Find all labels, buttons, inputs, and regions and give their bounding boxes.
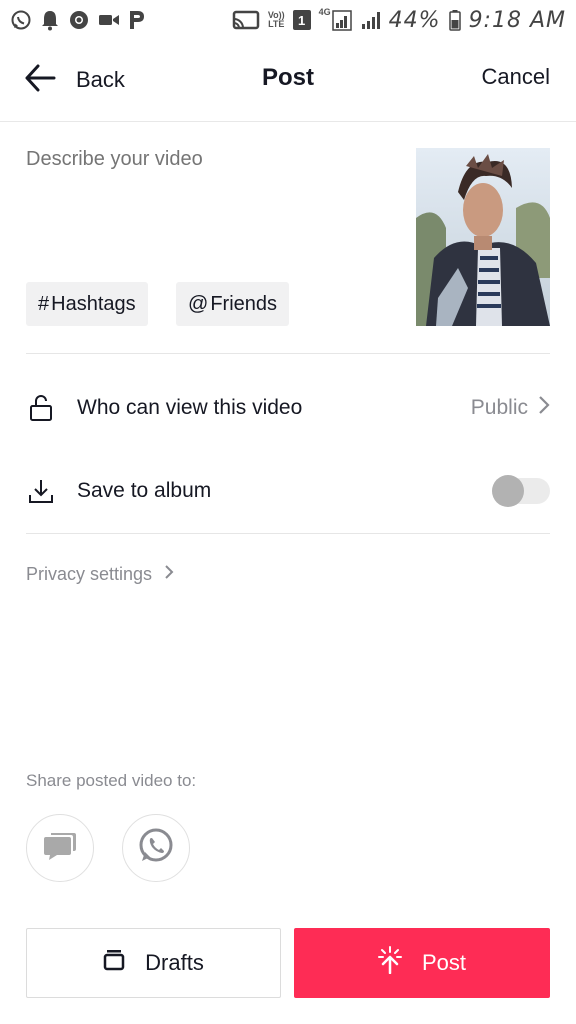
- back-label: Back: [76, 67, 125, 92]
- divider: [26, 533, 550, 534]
- share-label: Share posted video to:: [26, 771, 197, 790]
- volte-bottom-label: LTE: [268, 19, 285, 29]
- hashtags-chip[interactable]: # Hashtags: [26, 282, 148, 326]
- who-can-view-value-group: Public: [471, 395, 550, 421]
- drafts-label: Drafts: [145, 950, 204, 975]
- whatsapp-icon: [136, 826, 176, 871]
- message-icon: [43, 831, 77, 866]
- battery-percent: 44%: [388, 7, 441, 33]
- clock: 9:18 AM: [468, 7, 566, 33]
- privacy-settings-link[interactable]: Privacy settings: [26, 564, 174, 585]
- privacy-settings-label: Privacy settings: [26, 564, 153, 584]
- cast-icon: [232, 9, 260, 31]
- save-to-album-toggle-wrap: [492, 475, 550, 507]
- battery-icon: [448, 9, 461, 31]
- drafts-button[interactable]: Drafts: [26, 928, 281, 998]
- save-to-album-label: Save to album: [77, 479, 212, 502]
- share-message-button[interactable]: [26, 814, 94, 882]
- thumbnail-image: [416, 148, 550, 326]
- video-camera-icon: [98, 11, 120, 29]
- whatsapp-notification-icon: [10, 9, 32, 31]
- who-can-view-value: Public: [470, 396, 528, 419]
- app-p-icon: [128, 9, 146, 31]
- description-input[interactable]: [26, 148, 396, 258]
- header: Back Post Cancel: [0, 40, 576, 122]
- signal-4g-icon: 4G: [319, 8, 353, 32]
- network-type-label: 4G: [318, 7, 331, 17]
- divider: [26, 353, 550, 354]
- who-can-view-row[interactable]: Who can view this video Public: [26, 383, 550, 433]
- save-to-album-row: Save to album: [26, 466, 550, 516]
- who-can-view-label: Who can view this video: [77, 396, 303, 419]
- sim-badge: 1: [292, 10, 311, 30]
- system-indicators: Vo)) LTE 1 4G 44% 9:18 AM: [232, 8, 566, 33]
- unlock-icon: [26, 393, 56, 423]
- share-whatsapp-button[interactable]: [122, 814, 190, 882]
- notification-icons: [10, 9, 146, 31]
- download-icon: [26, 476, 56, 506]
- friends-chip[interactable]: @ Friends: [176, 282, 290, 326]
- chevron-right-icon: [538, 395, 550, 421]
- chrome-icon: [68, 9, 90, 31]
- post-label: Post: [421, 950, 467, 975]
- video-thumbnail[interactable]: [416, 148, 550, 326]
- post-button[interactable]: Post: [294, 928, 550, 998]
- cancel-button[interactable]: Cancel: [482, 64, 550, 90]
- drafts-icon: [103, 949, 125, 977]
- toggle-knob: [492, 475, 524, 507]
- hashtags-label: Hashtags: [51, 292, 136, 315]
- upload-sparkle-icon: [377, 946, 402, 980]
- bell-icon: [40, 9, 60, 31]
- volte-indicator: Vo)) LTE: [268, 11, 285, 29]
- save-to-album-toggle[interactable]: [492, 475, 550, 507]
- status-bar: Vo)) LTE 1 4G 44% 9:18 AM: [0, 0, 576, 40]
- friends-label: Friends: [210, 292, 278, 315]
- back-button[interactable]: Back: [24, 60, 125, 100]
- signal-bars-icon: [361, 10, 381, 30]
- chevron-right-icon: [164, 564, 174, 585]
- hashtag-symbol: #: [38, 292, 50, 315]
- arrow-left-icon: [24, 64, 56, 97]
- at-symbol: @: [188, 292, 209, 315]
